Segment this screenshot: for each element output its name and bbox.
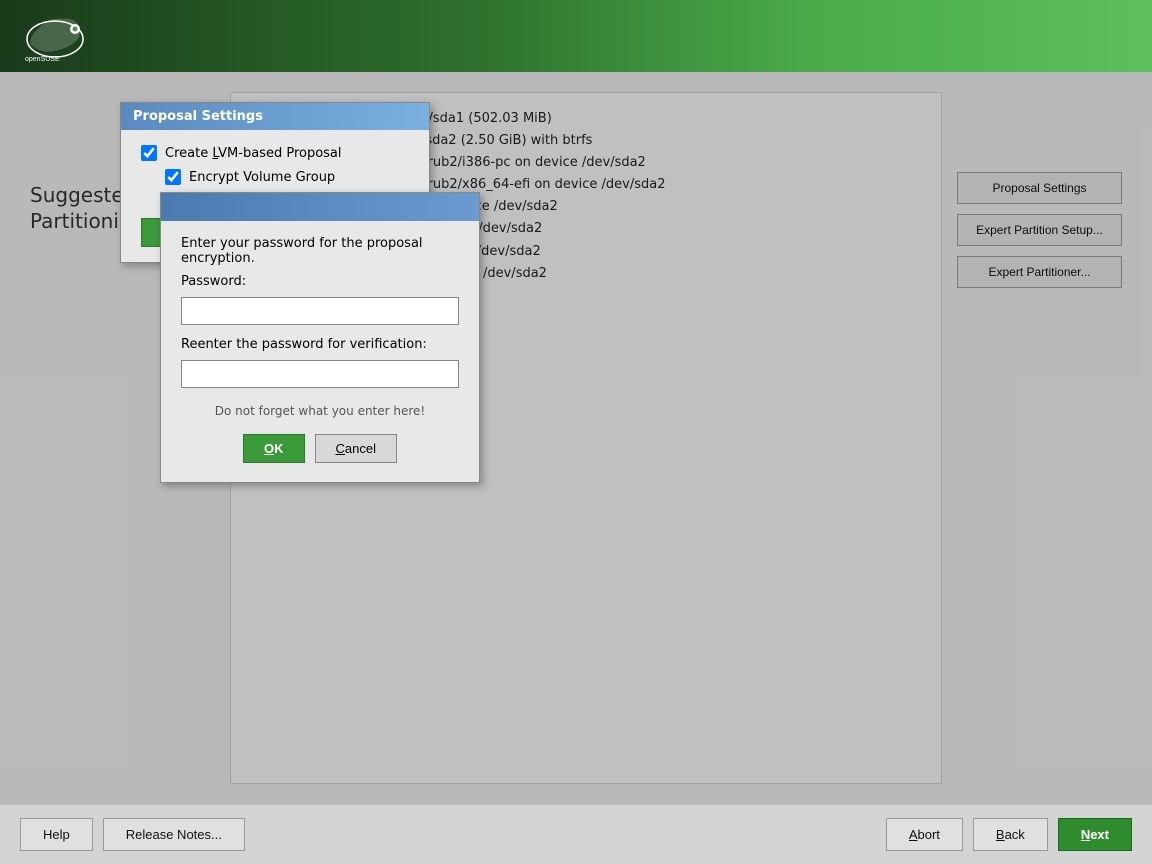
password-dialog-titlebar — [161, 193, 479, 221]
footer-left-buttons: Help Release Notes... — [20, 818, 245, 851]
reenter-field-label: Reenter the password for verification: — [181, 337, 459, 352]
svg-text:openSUSE: openSUSE — [25, 56, 60, 63]
abort-button[interactable]: Abort — [886, 818, 963, 851]
password-ok-button[interactable]: OK — [243, 434, 305, 463]
footer-right-buttons: Abort Back Next — [886, 818, 1132, 851]
header: openSUSE — [0, 0, 1152, 72]
password-input[interactable] — [181, 297, 459, 325]
reenter-password-input[interactable] — [181, 360, 459, 388]
create-lvm-checkbox[interactable] — [141, 145, 157, 161]
footer: Help Release Notes... Abort Back Next — [0, 804, 1152, 864]
proposal-dialog-titlebar: Proposal Settings — [121, 103, 429, 130]
opensuse-logo: openSUSE — [20, 9, 90, 64]
help-button[interactable]: Help — [20, 818, 93, 851]
back-button[interactable]: Back — [973, 818, 1048, 851]
password-field-label: Password: — [181, 274, 459, 289]
password-dialog-buttons: OK Cancel — [181, 426, 459, 467]
create-lvm-row: Create LVM-based Proposal — [141, 145, 409, 161]
password-cancel-button[interactable]: Cancel — [315, 434, 397, 463]
encrypt-vg-row: Encrypt Volume Group — [165, 169, 409, 185]
proposal-dialog-title-text: Proposal Settings — [133, 109, 263, 124]
encrypt-vg-label: Encrypt Volume Group — [189, 170, 335, 185]
encrypt-vg-checkbox[interactable] — [165, 169, 181, 185]
password-instruction: Enter your password for the proposal enc… — [181, 236, 459, 266]
create-lvm-label: Create LVM-based Proposal — [165, 146, 342, 161]
next-button[interactable]: Next — [1058, 818, 1132, 851]
password-dialog: Enter your password for the proposal enc… — [160, 192, 480, 483]
password-hint: Do not forget what you enter here! — [181, 404, 459, 418]
password-dialog-body: Enter your password for the proposal enc… — [161, 221, 479, 482]
release-notes-button[interactable]: Release Notes... — [103, 818, 245, 851]
logo: openSUSE — [20, 9, 90, 64]
main-area: Suggested Partitioning • Create swap vol… — [0, 72, 1152, 804]
